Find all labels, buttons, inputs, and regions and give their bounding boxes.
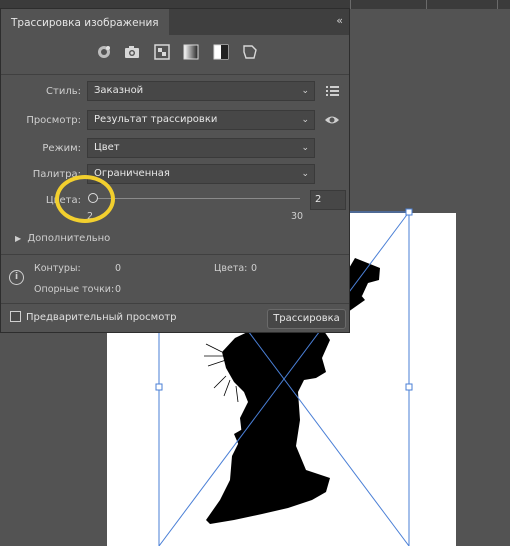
presets-menu-icon[interactable]: [323, 82, 341, 100]
preview-label: Предварительный просмотр: [26, 312, 177, 323]
trace-button[interactable]: Трассировка: [267, 309, 346, 329]
panel-divider: [1, 303, 349, 304]
mode-label: Режим:: [42, 143, 81, 154]
low-color-icon[interactable]: [153, 43, 171, 61]
colors-label: Цвета:: [45, 195, 81, 206]
palette-value: Ограниченная: [94, 168, 170, 179]
high-color-icon[interactable]: [123, 43, 141, 61]
palette-select[interactable]: Ограниченная ⌄: [87, 164, 315, 184]
panel-tab-bar: Трассировка изображения ‹‹: [1, 9, 349, 35]
chevron-down-icon: ⌄: [301, 115, 309, 125]
palette-label: Палитра:: [32, 169, 81, 180]
style-label: Стиль:: [46, 86, 81, 97]
advanced-label: Дополнительно: [27, 233, 111, 244]
figure-body: [206, 320, 330, 524]
preview-checkbox[interactable]: [10, 311, 21, 322]
colors-slider-track[interactable]: [93, 198, 300, 199]
black-white-icon[interactable]: [212, 43, 230, 61]
tab-image-trace[interactable]: Трассировка изображения: [1, 9, 169, 35]
mode-value: Цвет: [94, 142, 120, 153]
paths-value: 0: [115, 263, 122, 274]
image-trace-panel: Трассировка изображения ‹‹ Стиль: Заказн…: [0, 8, 350, 333]
style-select[interactable]: Заказной ⌄: [87, 81, 315, 101]
panel-divider: [1, 254, 349, 255]
colors-slider-thumb[interactable]: [88, 193, 98, 203]
view-value: Результат трассировки: [94, 114, 218, 125]
outline-icon[interactable]: [241, 43, 259, 61]
view-select[interactable]: Результат трассировки ⌄: [87, 110, 315, 130]
preset-icon-row: [1, 43, 349, 65]
paths-label: Контуры:: [34, 263, 81, 274]
chevron-down-icon: ⌄: [301, 169, 309, 179]
auto-color-icon[interactable]: [95, 43, 113, 61]
info-icon: i: [9, 270, 24, 285]
panel-divider: [1, 74, 349, 75]
style-value: Заказной: [94, 85, 144, 96]
chevron-down-icon: ⌄: [301, 143, 309, 153]
collapse-panel-icon[interactable]: ‹‹: [336, 14, 343, 27]
colors-min-label: 2: [87, 211, 94, 222]
chevron-down-icon: ⌄: [301, 86, 309, 96]
stats-colors-label: Цвета:: [214, 263, 248, 274]
grayscale-icon[interactable]: [182, 43, 200, 61]
stats-colors-value: 0: [251, 263, 258, 274]
eye-icon[interactable]: [323, 111, 341, 129]
colors-input[interactable]: 2: [310, 190, 346, 210]
colors-max-label: 30: [291, 211, 304, 222]
advanced-toggle[interactable]: ▶ Дополнительно: [15, 233, 110, 244]
chevron-right-icon: ▶: [15, 234, 22, 243]
anchors-value: 0: [115, 284, 122, 295]
mode-select[interactable]: Цвет ⌄: [87, 138, 315, 158]
anchors-label: Опорные точки:: [34, 284, 115, 295]
view-label: Просмотр:: [26, 115, 81, 126]
